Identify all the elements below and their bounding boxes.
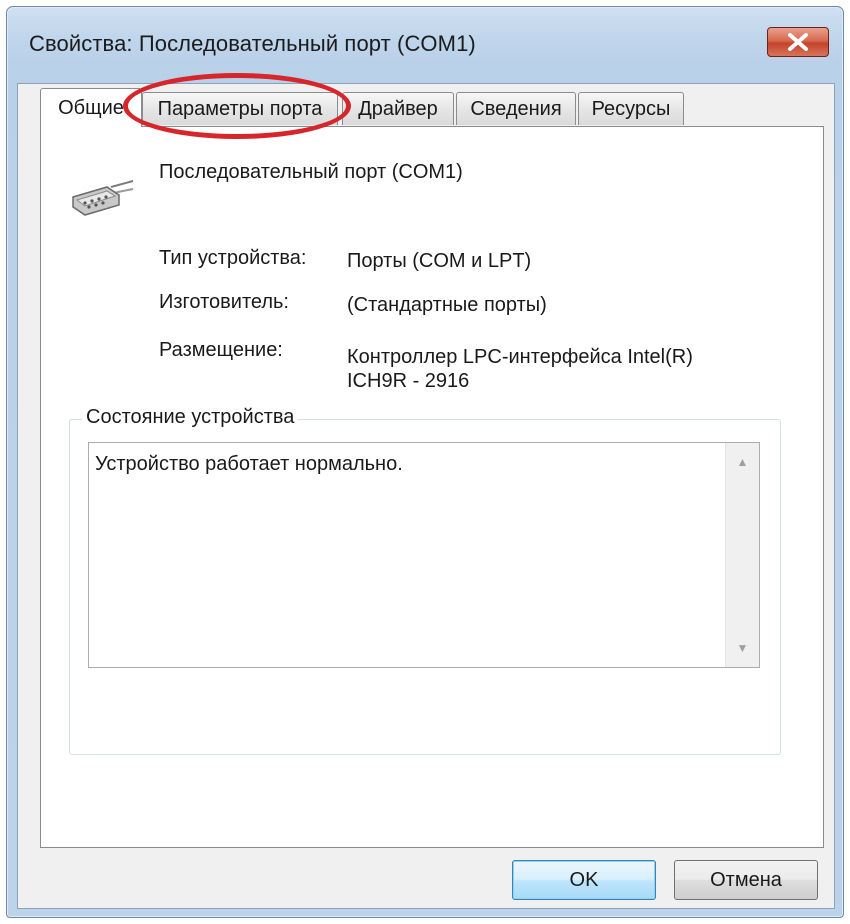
device-name: Последовательный порт (COM1) <box>159 161 463 183</box>
tab-panel-general: Последовательный порт (COM1) Тип устройс <box>40 126 824 848</box>
tab-port-settings[interactable]: Параметры порта <box>142 92 338 125</box>
device-type-value: Порты (COM и LPT) <box>347 250 532 272</box>
close-icon <box>788 33 808 51</box>
scroll-down-icon[interactable]: ▼ <box>726 633 759 663</box>
location-value-line1: Контроллер LPC-интерфейса Intel(R) <box>347 346 693 368</box>
close-button[interactable] <box>767 27 829 57</box>
device-status-title: Состояние устройства <box>82 406 299 429</box>
window-title: Свойства: Последовательный порт (COM1) <box>29 31 476 56</box>
properties-dialog: Свойства: Последовательный порт (COM1) О… <box>6 6 844 918</box>
serial-port-icon <box>67 179 135 228</box>
device-status-textbox[interactable]: Устройство работает нормально. ▲ ▼ <box>88 442 760 668</box>
device-status-text: Устройство работает нормально. <box>95 453 403 475</box>
device-type-label: Тип устройства: <box>159 247 307 269</box>
tab-details[interactable]: Сведения <box>456 92 576 125</box>
status-scrollbar[interactable]: ▲ ▼ <box>725 443 759 667</box>
cancel-button[interactable]: Отмена <box>674 860 818 900</box>
tab-general[interactable]: Общие <box>40 88 142 127</box>
tab-driver[interactable]: Драйвер <box>342 92 454 125</box>
manufacturer-value: (Стандартные порты) <box>347 294 547 316</box>
manufacturer-label: Изготовитель: <box>159 291 289 313</box>
location-label: Размещение: <box>159 339 283 361</box>
device-status-group: Состояние устройства Устройство работает… <box>69 406 781 755</box>
location-value-line2: ICH9R - 2916 <box>347 370 470 392</box>
tab-resources[interactable]: Ресурсы <box>578 92 684 125</box>
ok-button[interactable]: OK <box>512 860 656 900</box>
dialog-client-area: Общие Параметры порта Драйвер Сведения Р… <box>17 83 835 909</box>
scroll-up-icon[interactable]: ▲ <box>726 447 759 477</box>
